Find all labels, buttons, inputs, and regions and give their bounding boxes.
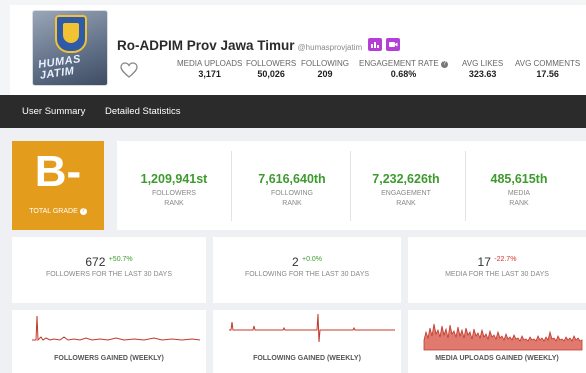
tab-user-summary[interactable]: User Summary [22, 106, 85, 117]
tab-detailed-statistics[interactable]: Detailed Statistics [105, 106, 181, 117]
rank-value: 7,616,640th [258, 172, 326, 186]
stat-value: 3,171 [198, 69, 221, 79]
rank-following: 7,616,640th FOLLOWING RANK [235, 141, 349, 230]
chart-icon [371, 42, 379, 48]
change-badge: +50.7% [108, 256, 133, 263]
video-icon [389, 42, 398, 47]
avatar-logo-text: HUMAS JATIM [37, 53, 82, 82]
stat-avg-comments: AVG COMMENTS 17.56 [515, 59, 580, 79]
followers-last-30-card: 672 +50.7% FOLLOWERS FOR THE LAST 30 DAY… [12, 237, 206, 303]
rank-label: MEDIA RANK [507, 190, 531, 207]
profile-handle[interactable]: @humasprovjatim [298, 43, 363, 52]
stat-label: FOLLOWING [301, 59, 350, 68]
grade-label: TOTAL GRADE ? [29, 208, 87, 215]
help-icon[interactable]: ? [79, 208, 87, 215]
chart-label: FOLLOWING GAINED (WEEKLY) [253, 355, 361, 362]
stat-value: 0.68% [390, 69, 417, 79]
avatar: HUMAS JATIM [32, 10, 108, 86]
rank-followers: 1,209,941st FOLLOWERS RANK [117, 141, 231, 230]
stat-label: MEDIA UPLOADS [177, 59, 243, 68]
last30-value: 2 +0.0% [291, 255, 323, 269]
stat-followers: FOLLOWERS 50,026 [246, 59, 296, 79]
stat-value: 209 [317, 69, 333, 79]
last30-value: 672 +50.7% [85, 255, 133, 269]
profile-name-text: Ro-ADPIM Prov Jawa Timur [117, 38, 295, 53]
media-last-30-card: 17 -22.7% MEDIA FOR THE LAST 30 DAYS [408, 237, 586, 303]
last30-label: MEDIA FOR THE LAST 30 DAYS [445, 271, 549, 278]
stat-label: ENGAGEMENT RATE ? [359, 59, 448, 68]
stat-label: AVG COMMENTS [515, 59, 581, 68]
rank-label: FOLLOWERS RANK [152, 190, 196, 207]
rank-value: 7,232,626th [372, 172, 440, 186]
last30-label: FOLLOWING FOR THE LAST 30 DAYS [244, 271, 370, 278]
total-grade-box: B- TOTAL GRADE ? [12, 141, 104, 230]
chart-label: MEDIA UPLOADS GAINED (WEEKLY) [435, 355, 559, 362]
followers-sparkline [32, 315, 201, 342]
video-button[interactable] [386, 38, 400, 51]
chart-button[interactable] [368, 38, 382, 51]
rank-media: 485,615th MEDIA RANK [462, 141, 576, 230]
divider [231, 151, 232, 221]
following-weekly-chart: FOLLOWING GAINED (WEEKLY) [213, 310, 401, 373]
emblem-shape [55, 15, 87, 53]
stat-label: AVG LIKES [462, 59, 504, 68]
rank-value: 485,615th [490, 172, 548, 186]
followers-weekly-chart: FOLLOWERS GAINED (WEEKLY) [12, 310, 206, 373]
heart-icon[interactable] [120, 62, 138, 78]
rank-engagement: 7,232,626th ENGAGEMENT RANK [349, 141, 463, 230]
rank-label: FOLLOWING RANK [270, 190, 313, 207]
tab-bar: User Summary Detailed Statistics [0, 95, 586, 128]
chart-label: FOLLOWERS GAINED (WEEKLY) [54, 355, 164, 362]
grade-letter: B- [34, 147, 82, 196]
stat-avg-likes: AVG LIKES 323.63 [462, 59, 503, 79]
stat-media-uploads: MEDIA UPLOADS 3,171 [177, 59, 242, 79]
stat-following: FOLLOWING 209 [301, 59, 349, 79]
stat-value: 50,026 [257, 69, 285, 79]
last30-value: 17 -22.7% [477, 255, 517, 269]
media-uploads-weekly-chart: MEDIA UPLOADS GAINED (WEEKLY) [408, 310, 586, 373]
media-uploads-sparkline [423, 323, 583, 351]
following-last-30-card: 2 +0.0% FOLLOWING FOR THE LAST 30 DAYS [213, 237, 401, 303]
help-icon[interactable]: ? [440, 61, 448, 68]
rank-label: ENGAGEMENT RANK [381, 190, 431, 207]
last30-label: FOLLOWERS FOR THE LAST 30 DAYS [45, 271, 173, 278]
rank-panel: 1,209,941st FOLLOWERS RANK 7,616,640th FO… [117, 141, 586, 230]
change-badge: -22.7% [494, 256, 517, 263]
stat-value: 17.56 [536, 69, 559, 79]
profile-name: Ro-ADPIM Prov Jawa Timur @humasprovjatim [117, 38, 362, 53]
rank-value: 1,209,941st [140, 172, 208, 186]
change-badge: +0.0% [301, 256, 323, 263]
stat-label: FOLLOWERS [246, 59, 297, 68]
stat-engagement-rate: ENGAGEMENT RATE ? 0.68% [359, 59, 448, 79]
stat-value: 323.63 [468, 69, 497, 79]
following-sparkline [229, 313, 395, 343]
